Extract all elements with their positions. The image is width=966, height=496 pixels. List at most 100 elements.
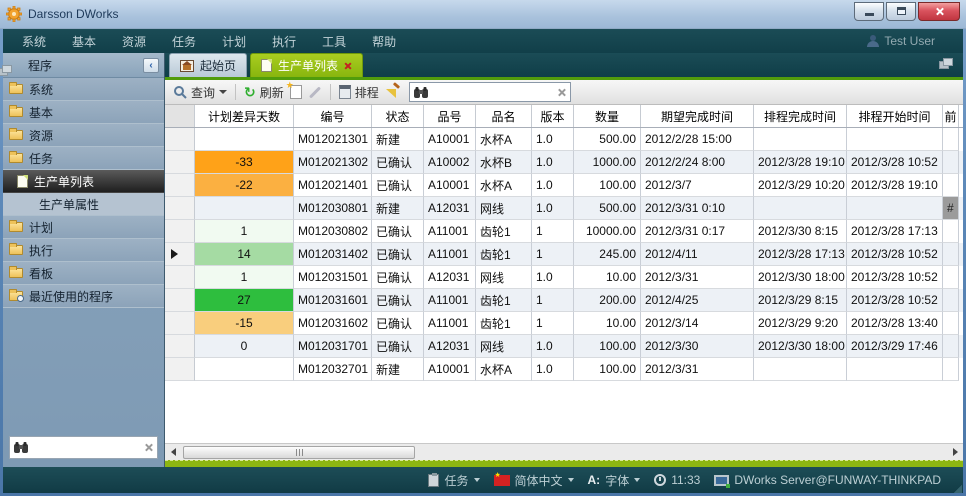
cell-version: 1.0 — [532, 358, 574, 381]
production-order-table: 计划差异天数编号状态品号品名版本数量期望完成时间排程完成时间排程开始时间前 M0… — [165, 105, 963, 443]
cell-diff: 1 — [195, 220, 294, 243]
column-header-diff[interactable]: 计划差异天数 — [195, 105, 294, 127]
resize-grip[interactable] — [954, 485, 962, 493]
sidebar-item-8[interactable]: 看板 — [3, 262, 164, 285]
menu-item-1[interactable]: 基本 — [59, 29, 109, 54]
status-font-menu[interactable]: A: 字体 — [588, 472, 641, 489]
close-button[interactable] — [918, 2, 960, 21]
cell-expected: 2012/3/31 0:10 — [641, 197, 754, 220]
cell-sched_start: 2012/3/29 17:46 — [847, 335, 943, 358]
sidebar-item-6[interactable]: 计划 — [3, 216, 164, 239]
cell-no: M012031501 — [294, 266, 372, 289]
table-row[interactable]: -15M012031602已确认A11001齿轮1110.002012/3/14… — [165, 312, 963, 335]
sidebar-item-4[interactable]: 生产单列表 — [3, 170, 164, 193]
menu-item-6[interactable]: 工具 — [309, 29, 359, 54]
scrollbar-thumb[interactable] — [183, 446, 415, 459]
cell-item_no: A11001 — [424, 220, 476, 243]
column-header-qty[interactable]: 数量 — [574, 105, 641, 127]
edit-button[interactable] — [308, 91, 322, 94]
sidebar-item-3[interactable]: 任务 — [3, 147, 164, 170]
column-header-version[interactable]: 版本 — [532, 105, 574, 127]
menu-item-4[interactable]: 计划 — [209, 29, 259, 54]
sidebar-item-label: 基本 — [29, 104, 53, 121]
table-row[interactable]: 14M012031402已确认A11001齿轮11245.002012/4/11… — [165, 243, 963, 266]
sidebar-item-9[interactable]: 最近使用的程序 — [3, 285, 164, 308]
sidebar-item-5[interactable]: 生产单属性 — [3, 193, 164, 216]
sidebar-collapse-button[interactable]: ‹ — [143, 58, 159, 73]
tab-label: 起始页 — [200, 57, 236, 74]
menu-item-7[interactable]: 帮助 — [359, 29, 409, 54]
sidebar-item-1[interactable]: 基本 — [3, 101, 164, 124]
table-row[interactable]: -33M012021302已确认A10002水杯B1.01000.002012/… — [165, 151, 963, 174]
sidebar-item-label: 系统 — [29, 81, 53, 98]
cell-sched_start — [847, 128, 943, 151]
column-header-extra[interactable]: 前 — [943, 105, 959, 127]
cell-sched_end: 2012/3/29 9:20 — [754, 312, 847, 335]
tab-0[interactable]: 起始页 — [169, 53, 247, 77]
cell-extra — [943, 243, 959, 266]
menu-item-2[interactable]: 资源 — [109, 29, 159, 54]
row-selector-cell — [165, 358, 195, 381]
refresh-button[interactable]: ↻ 刷新 — [244, 84, 284, 101]
column-header-no[interactable]: 编号 — [294, 105, 372, 127]
sidebar-item-7[interactable]: 执行 — [3, 239, 164, 262]
minimize-button[interactable] — [854, 2, 884, 21]
cell-sched_end — [754, 128, 847, 151]
table-row[interactable]: 27M012031601已确认A11001齿轮11200.002012/4/25… — [165, 289, 963, 312]
close-tab-icon[interactable] — [344, 62, 352, 70]
cell-diff: 27 — [195, 289, 294, 312]
menu-item-0[interactable]: 系统 — [9, 29, 59, 54]
scroll-right-button[interactable] — [947, 444, 963, 460]
query-button[interactable]: 查询 — [173, 84, 227, 101]
cell-diff: -22 — [195, 174, 294, 197]
cell-item_no: A12031 — [424, 197, 476, 220]
column-header-expected[interactable]: 期望完成时间 — [641, 105, 754, 127]
menu-item-3[interactable]: 任务 — [159, 29, 209, 54]
status-task-menu[interactable]: 任务 — [428, 472, 479, 489]
cell-expected: 2012/3/30 — [641, 335, 754, 358]
column-header-status[interactable]: 状态 — [372, 105, 424, 127]
sidebar-item-2[interactable]: 资源 — [3, 124, 164, 147]
cell-qty: 100.00 — [574, 174, 641, 197]
table-row[interactable]: 0M012031701已确认A12031网线1.0100.002012/3/30… — [165, 335, 963, 358]
cell-version: 1.0 — [532, 197, 574, 220]
table-row[interactable]: M012021301新建A10001水杯A1.0500.002012/2/28 … — [165, 128, 963, 151]
cell-qty: 100.00 — [574, 358, 641, 381]
maximize-button[interactable] — [886, 2, 916, 21]
scroll-left-button[interactable] — [165, 444, 181, 460]
time-text: 11:33 — [671, 473, 700, 487]
cell-no: M012030802 — [294, 220, 372, 243]
cell-status: 已确认 — [372, 220, 424, 243]
table-search-clear-icon[interactable] — [557, 88, 566, 97]
cell-status: 已确认 — [372, 289, 424, 312]
sidebar-search-clear-icon[interactable] — [144, 443, 153, 452]
table-row[interactable]: -22M012021401已确认A10001水杯A1.0100.002012/3… — [165, 174, 963, 197]
table-row[interactable]: 1M012030802已确认A11001齿轮1110000.002012/3/3… — [165, 220, 963, 243]
column-header-item_no[interactable]: 品号 — [424, 105, 476, 127]
cell-extra — [943, 174, 959, 197]
splitter-strip[interactable] — [165, 460, 963, 467]
cell-expected: 2012/2/24 8:00 — [641, 151, 754, 174]
user-indicator[interactable]: Test User — [867, 34, 957, 48]
window-list-icon[interactable] — [939, 58, 953, 69]
cell-item_no: A11001 — [424, 243, 476, 266]
table-row[interactable]: M012030801新建A12031网线1.0500.002012/3/31 0… — [165, 197, 963, 220]
cell-diff — [195, 358, 294, 381]
column-header-sched_end[interactable]: 排程完成时间 — [754, 105, 847, 127]
query-dropdown-icon[interactable] — [219, 90, 227, 94]
column-header-item_name[interactable]: 品名 — [476, 105, 532, 127]
cell-extra — [943, 151, 959, 174]
sidebar-search-input[interactable] — [32, 441, 140, 455]
column-header-sched_start[interactable]: 排程开始时间 — [847, 105, 943, 127]
schedule-button[interactable]: 排程 — [339, 84, 379, 101]
table-row[interactable]: M012032701新建A10001水杯A1.0100.002012/3/31 — [165, 358, 963, 381]
folder-icon — [9, 245, 23, 255]
menu-item-5[interactable]: 执行 — [259, 29, 309, 54]
table-search-input[interactable] — [432, 85, 553, 99]
tab-1[interactable]: 生产单列表 — [250, 53, 363, 77]
table-row[interactable]: 1M012031501已确认A12031网线1.010.002012/3/312… — [165, 266, 963, 289]
clear-button[interactable] — [385, 84, 401, 100]
new-record-button[interactable] — [290, 85, 302, 99]
status-language-menu[interactable]: 简体中文 — [494, 472, 574, 489]
sidebar-item-0[interactable]: 系统 — [3, 78, 164, 101]
